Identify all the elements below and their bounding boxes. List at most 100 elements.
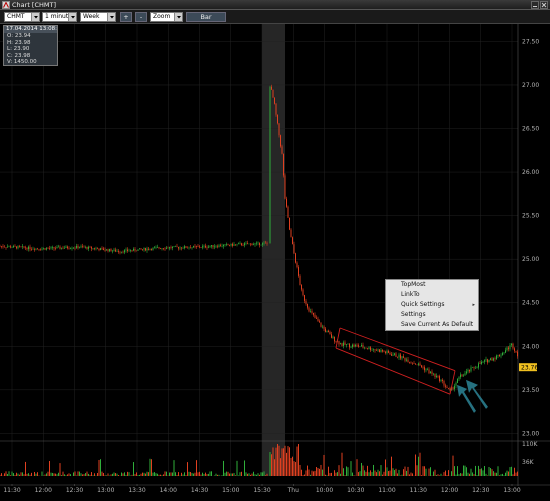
volume-bar bbox=[172, 472, 173, 476]
candle-body bbox=[473, 367, 475, 369]
candle-body bbox=[172, 247, 173, 248]
volume-bar bbox=[472, 472, 473, 476]
chevron-down-icon[interactable] bbox=[31, 13, 39, 21]
candle-body bbox=[47, 248, 49, 249]
volume-bar bbox=[197, 472, 199, 476]
volume-bar bbox=[83, 474, 85, 476]
candle-body bbox=[170, 247, 172, 248]
chevron-down-icon[interactable] bbox=[107, 13, 115, 21]
volume-bar bbox=[155, 473, 157, 476]
candle-body bbox=[392, 354, 394, 356]
candle-body bbox=[413, 363, 415, 364]
candle-body bbox=[308, 307, 310, 312]
menu-item-save-default[interactable]: Save Current As Default bbox=[386, 320, 478, 330]
candle-body bbox=[10, 246, 11, 248]
volume-bar bbox=[271, 454, 272, 476]
candle-body bbox=[509, 345, 511, 350]
candle-body bbox=[152, 247, 154, 250]
volume-bar bbox=[251, 473, 253, 476]
candle-body bbox=[403, 356, 404, 358]
volume-bar bbox=[55, 473, 56, 476]
volume-bar bbox=[439, 475, 440, 476]
candle-body bbox=[257, 242, 259, 244]
volume-bar bbox=[506, 470, 508, 476]
range-select[interactable]: Week bbox=[80, 12, 116, 22]
chevron-down-icon[interactable] bbox=[174, 13, 182, 21]
candle-body bbox=[65, 246, 67, 248]
candle-body bbox=[40, 249, 41, 251]
candle-body bbox=[314, 314, 316, 318]
volume-bar bbox=[287, 446, 289, 476]
volume-bar bbox=[331, 472, 332, 476]
candle-body bbox=[305, 300, 307, 305]
volume-bar bbox=[131, 474, 133, 476]
volume-bar bbox=[70, 474, 71, 476]
symbol-select[interactable]: CHMT bbox=[4, 12, 40, 22]
price-chart[interactable]: 11:30 12:00 12:30 13:00 13:30 14:00 14:30 15:00… bbox=[0, 24, 550, 501]
volume-bar bbox=[293, 461, 295, 476]
zoom-select[interactable]: Zoom bbox=[150, 12, 183, 22]
volume-bar bbox=[103, 472, 104, 476]
volume-bar bbox=[170, 472, 172, 476]
candle-body bbox=[385, 351, 386, 353]
volume-bar bbox=[143, 472, 145, 476]
volume-bar bbox=[11, 471, 13, 476]
info-date: 17.04.2014 13:08:00 bbox=[4, 26, 57, 33]
volume-bar bbox=[424, 466, 425, 476]
volume-bar bbox=[394, 470, 395, 476]
minimize-icon[interactable] bbox=[531, 1, 539, 9]
close-icon[interactable] bbox=[540, 1, 548, 9]
candle-body bbox=[500, 355, 502, 357]
candle-body bbox=[163, 248, 164, 249]
volume-bar bbox=[235, 475, 236, 476]
candle-body bbox=[277, 114, 278, 124]
chart-area[interactable]: 11:30 12:00 12:30 13:00 13:30 14:00 14:30 15:00… bbox=[0, 24, 550, 501]
menu-item-settings[interactable]: Settings bbox=[386, 310, 478, 320]
candle-body bbox=[463, 375, 464, 377]
menu-item-quick-settings[interactable]: Quick Settings ▸ bbox=[386, 300, 478, 310]
candle-body bbox=[362, 345, 364, 348]
volume-bar bbox=[4, 473, 5, 476]
candle-body bbox=[14, 245, 16, 247]
candle-body bbox=[373, 349, 374, 351]
app-icon bbox=[2, 1, 10, 9]
candle-body bbox=[472, 367, 473, 368]
volume-bar bbox=[158, 474, 160, 476]
volume-bar bbox=[484, 465, 485, 476]
volume-bar bbox=[275, 447, 277, 476]
candle-body bbox=[512, 343, 514, 349]
candle-body bbox=[448, 387, 449, 389]
volume-bar bbox=[167, 475, 169, 476]
volume-bar bbox=[59, 463, 61, 476]
menu-item-topmost[interactable]: TopMost bbox=[386, 280, 478, 290]
volume-bar bbox=[460, 473, 461, 476]
candle-body bbox=[89, 246, 91, 248]
candle-body bbox=[37, 248, 38, 250]
volume-bar bbox=[509, 467, 511, 476]
zoom-in-button[interactable]: + bbox=[120, 12, 132, 22]
candle-body bbox=[262, 243, 263, 245]
candle-body bbox=[416, 364, 418, 366]
volume-bar bbox=[367, 465, 368, 476]
zoom-out-button[interactable]: - bbox=[135, 12, 147, 22]
volume-bar bbox=[68, 473, 70, 476]
x-tick-label: 15:00 bbox=[222, 487, 239, 494]
volume-bar bbox=[244, 460, 245, 476]
chevron-down-icon[interactable] bbox=[68, 13, 76, 21]
volume-bar bbox=[404, 466, 406, 476]
x-tick-label: 12:30 bbox=[66, 487, 83, 494]
candle-body bbox=[109, 249, 110, 252]
volume-bar bbox=[113, 472, 115, 476]
candle-body bbox=[233, 244, 235, 246]
volume-bar bbox=[31, 472, 32, 476]
volume-bar bbox=[316, 467, 317, 476]
candle-body bbox=[31, 249, 32, 250]
trend-line-cap-left bbox=[335, 327, 341, 349]
menu-item-linkto[interactable]: LinkTo bbox=[386, 290, 478, 300]
bar-type-button[interactable]: Bar bbox=[186, 12, 226, 22]
interval-select[interactable]: 1 minute bbox=[42, 12, 77, 22]
volume-bar bbox=[53, 473, 55, 476]
volume-bar bbox=[517, 471, 518, 476]
candle-body bbox=[347, 343, 349, 345]
volume-bar bbox=[128, 472, 130, 476]
